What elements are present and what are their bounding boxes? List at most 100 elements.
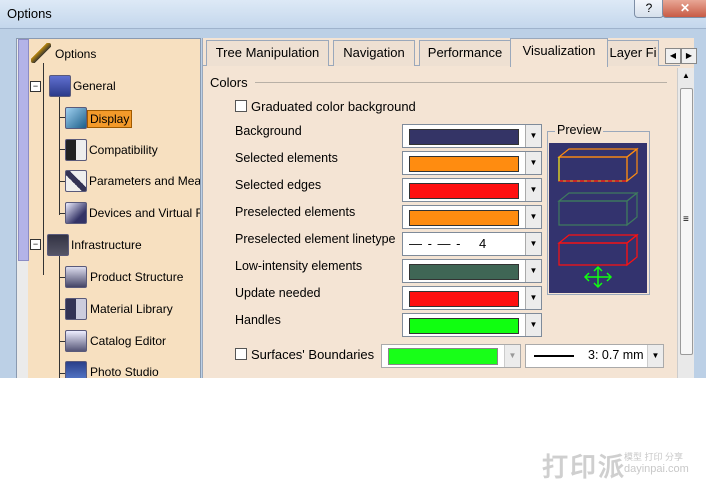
background-color-combo[interactable]: ▼ bbox=[402, 124, 542, 148]
tree-scrollbar-thumb[interactable] bbox=[18, 39, 29, 261]
tree-line bbox=[59, 97, 60, 215]
tab-tree-manipulation[interactable]: Tree Manipulation bbox=[206, 40, 329, 66]
color-swatch bbox=[409, 129, 519, 145]
title-bar: Options ? ✕ bbox=[0, 0, 706, 29]
collapse-toggle-infrastructure[interactable]: − bbox=[30, 239, 41, 250]
color-swatch bbox=[409, 183, 519, 199]
watermark-text: 打印派 bbox=[542, 452, 627, 482]
collapse-toggle-general[interactable]: − bbox=[30, 81, 41, 92]
options-tree: − − Options General Display Compatibilit… bbox=[16, 38, 201, 378]
tree-item-label: Compatibility bbox=[89, 143, 158, 157]
update-needed-box-preview bbox=[557, 233, 639, 267]
surfaces-color-combo[interactable]: ▼ bbox=[381, 344, 521, 368]
selected-elements-color-combo[interactable]: ▼ bbox=[402, 151, 542, 175]
selected-edges-color-combo[interactable]: ▼ bbox=[402, 178, 542, 202]
tab-visualization[interactable]: Visualization bbox=[510, 38, 608, 67]
color-swatch bbox=[388, 348, 498, 365]
preview-image bbox=[549, 143, 647, 293]
dropdown-arrow-icon[interactable]: ▼ bbox=[504, 345, 520, 367]
thickness-value: 3: 0.7 mm bbox=[588, 348, 644, 362]
watermark-tagline: 模型 打印 分享 bbox=[624, 452, 684, 462]
options-dialog: Options ? ✕ − − Options General Display … bbox=[0, 0, 706, 378]
parameters-icon bbox=[65, 170, 87, 192]
color-swatch bbox=[409, 156, 519, 172]
tab-scroll-right-icon[interactable]: ▶ bbox=[681, 48, 697, 64]
dropdown-arrow-icon[interactable]: ▼ bbox=[525, 287, 541, 309]
product-structure-icon bbox=[65, 266, 87, 288]
tree-item-label: Parameters and Meas bbox=[89, 174, 201, 188]
general-icon bbox=[49, 75, 71, 97]
low-intensity-label: Low-intensity elements bbox=[235, 259, 363, 273]
dropdown-arrow-icon[interactable]: ▼ bbox=[525, 206, 541, 228]
line-thickness-combo[interactable]: 3: 0.7 mm ▼ bbox=[525, 344, 664, 368]
section-divider bbox=[255, 82, 667, 83]
close-button[interactable]: ✕ bbox=[662, 0, 706, 18]
tree-item-label: Options bbox=[55, 47, 97, 61]
tree-item-label: Display bbox=[87, 110, 133, 128]
display-icon bbox=[65, 107, 87, 129]
linetype-pattern: — - — - bbox=[409, 236, 462, 251]
panel-scrollbar-thumb[interactable]: ≡ bbox=[680, 88, 693, 355]
panel-scrollbar[interactable]: ▲ ≡ bbox=[677, 68, 694, 378]
watermark-url: dayinpai.com bbox=[624, 463, 689, 475]
dropdown-arrow-icon[interactable]: ▼ bbox=[525, 233, 541, 255]
selected-box-preview bbox=[557, 147, 639, 183]
dropdown-arrow-icon[interactable]: ▼ bbox=[525, 314, 541, 336]
tree-item-label: Product Structure bbox=[90, 270, 184, 284]
selected-edges-label: Selected edges bbox=[235, 178, 322, 192]
scroll-up-icon[interactable]: ▲ bbox=[678, 68, 694, 84]
tree-item-label: General bbox=[73, 79, 116, 93]
tree-scrollbar[interactable] bbox=[17, 39, 29, 378]
material-library-icon bbox=[65, 298, 87, 320]
thickness-sample-line bbox=[534, 355, 574, 357]
color-swatch bbox=[409, 264, 519, 280]
tab-performance[interactable]: Performance bbox=[419, 40, 511, 66]
options-icon bbox=[31, 43, 51, 63]
handles-label: Handles bbox=[235, 313, 281, 327]
handles-color-combo[interactable]: ▼ bbox=[402, 313, 542, 337]
preselected-elements-color-combo[interactable]: ▼ bbox=[402, 205, 542, 229]
update-needed-label: Update needed bbox=[235, 286, 321, 300]
tab-layer-filter[interactable]: Layer Fi bbox=[607, 40, 659, 66]
help-button[interactable]: ? bbox=[634, 0, 664, 18]
tree-item-label: Material Library bbox=[90, 302, 173, 316]
tree-line bbox=[59, 255, 60, 378]
update-needed-color-combo[interactable]: ▼ bbox=[402, 286, 542, 310]
dropdown-arrow-icon[interactable]: ▼ bbox=[525, 152, 541, 174]
dropdown-arrow-icon[interactable]: ▼ bbox=[525, 125, 541, 147]
preselected-elements-label: Preselected elements bbox=[235, 205, 356, 219]
dropdown-arrow-icon[interactable]: ▼ bbox=[525, 179, 541, 201]
photo-studio-icon bbox=[65, 361, 87, 378]
background-label: Background bbox=[235, 124, 302, 138]
grip-icon: ≡ bbox=[683, 214, 689, 225]
tree-item-label: Infrastructure bbox=[71, 238, 142, 252]
selected-elements-label: Selected elements bbox=[235, 151, 338, 165]
handles-preview-icon bbox=[583, 265, 613, 289]
devices-icon bbox=[65, 202, 87, 224]
preselected-linetype-label: Preselected element linetype bbox=[235, 232, 396, 246]
linetype-number: 4 bbox=[479, 236, 487, 251]
tab-navigation[interactable]: Navigation bbox=[333, 40, 415, 66]
colors-section-label: Colors bbox=[210, 75, 248, 90]
window-title: Options bbox=[7, 6, 52, 21]
preselected-linetype-combo[interactable]: — - — - 4 ▼ bbox=[402, 232, 542, 256]
infrastructure-icon bbox=[47, 234, 69, 256]
low-intensity-box-preview bbox=[557, 191, 639, 227]
compatibility-icon bbox=[65, 139, 87, 161]
dropdown-arrow-icon[interactable]: ▼ bbox=[647, 345, 663, 367]
low-intensity-color-combo[interactable]: ▼ bbox=[402, 259, 542, 283]
tree-line bbox=[43, 63, 44, 275]
tab-scroll-left-icon[interactable]: ◀ bbox=[665, 48, 681, 64]
color-swatch bbox=[409, 291, 519, 307]
color-swatch bbox=[409, 210, 519, 226]
surfaces-boundaries-label: Surfaces' Boundaries bbox=[251, 347, 375, 362]
color-swatch bbox=[409, 318, 519, 334]
tree-item-label: Photo Studio bbox=[90, 365, 159, 378]
surfaces-boundaries-checkbox[interactable] bbox=[235, 348, 247, 360]
graduated-background-checkbox[interactable] bbox=[235, 100, 247, 112]
catalog-editor-icon bbox=[65, 330, 87, 352]
tree-item-label: Catalog Editor bbox=[90, 334, 167, 348]
dropdown-arrow-icon[interactable]: ▼ bbox=[525, 260, 541, 282]
tree-item-label: Devices and Virtual R bbox=[89, 206, 201, 220]
watermark-logo: 打印派 模型 打印 分享 dayinpai.com bbox=[542, 447, 702, 482]
